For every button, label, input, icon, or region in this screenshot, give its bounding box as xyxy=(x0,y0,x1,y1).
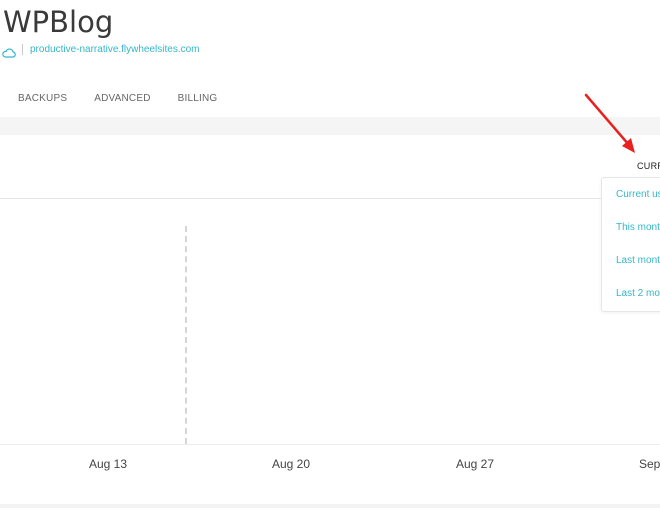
bottom-divider xyxy=(0,504,660,508)
site-tabs: BACKUPS ADVANCED BILLING xyxy=(18,93,244,104)
period-dropdown-menu: Current us This mont Last montl Last 2 m… xyxy=(601,177,660,312)
period-option-last-month[interactable]: Last montl xyxy=(616,255,660,266)
chart-current-date-marker xyxy=(185,226,187,444)
cloud-icon xyxy=(2,45,16,58)
url-divider xyxy=(22,44,23,55)
usage-chart xyxy=(0,199,660,444)
x-tick-label: Aug 20 xyxy=(272,457,311,471)
x-tick-label: Sep xyxy=(639,457,660,471)
annotation-arrow-icon xyxy=(584,93,635,153)
period-option-last-2-months[interactable]: Last 2 mor xyxy=(616,288,660,299)
period-option-this-month[interactable]: This mont xyxy=(616,222,660,233)
site-url-link[interactable]: productive-narrative.flywheelsites.com xyxy=(30,44,200,55)
x-tick-label: Aug 13 xyxy=(89,457,128,471)
x-tick-label: Aug 27 xyxy=(456,457,495,471)
tab-backups[interactable]: BACKUPS xyxy=(18,93,67,104)
site-url-row: productive-narrative.flywheelsites.com xyxy=(2,44,200,58)
section-divider-band xyxy=(0,117,660,135)
tab-billing[interactable]: BILLING xyxy=(178,93,218,104)
period-option-current-usage[interactable]: Current us xyxy=(616,189,660,200)
period-selector-button[interactable]: CURR xyxy=(637,161,660,171)
tab-advanced[interactable]: ADVANCED xyxy=(94,93,150,104)
usage-panel-header xyxy=(0,135,660,199)
site-title: WPBlog xyxy=(3,5,114,39)
chart-baseline xyxy=(0,444,660,445)
